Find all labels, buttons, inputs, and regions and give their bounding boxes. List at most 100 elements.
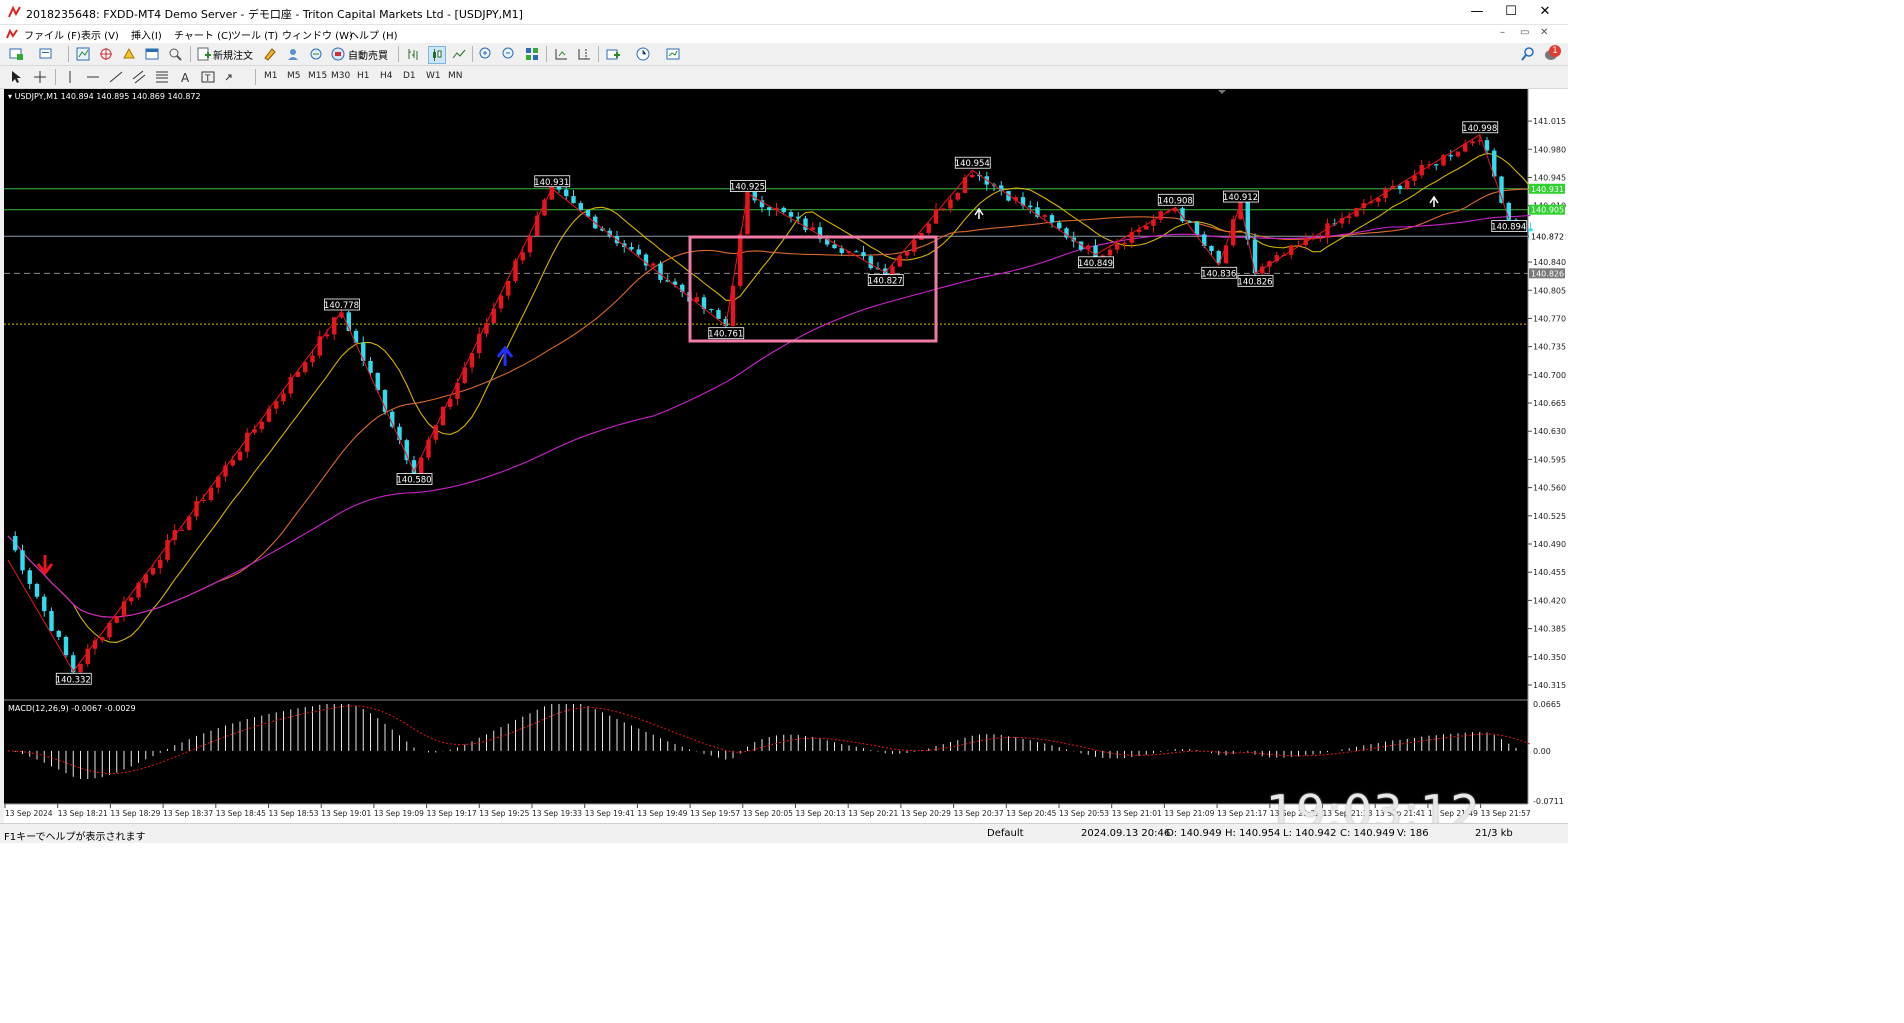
price-label-text: 140.836 [1201, 269, 1236, 279]
time-tick-label: 13 Sep 20:05 [743, 809, 793, 818]
candle-body [274, 401, 279, 409]
timeframe-d1[interactable]: D1 [403, 71, 416, 81]
status-bar: F1キーでヘルプが表示されます Default 2024.09.13 20:46… [0, 823, 1568, 843]
market-watch-icon[interactable] [75, 46, 91, 62]
chart-window-icon [6, 28, 18, 39]
candle-body [1325, 223, 1330, 238]
timeframe-m1[interactable]: M1 [264, 71, 278, 81]
svg-text:A: A [181, 71, 190, 85]
templates-icon[interactable] [665, 46, 681, 62]
time-tick-label: 13 Sep 2024 [5, 809, 53, 818]
vertical-line-icon[interactable] [62, 69, 78, 85]
tile-windows-icon[interactable] [524, 46, 540, 62]
mdi-minimize-button[interactable]: – [1500, 27, 1505, 38]
price-label-text: 140.931 [534, 178, 569, 188]
macd-label: MACD(12,26,9) -0.0067 -0.0029 [8, 704, 136, 713]
strategy-tester-icon[interactable] [167, 46, 183, 62]
price-tick-label: 140.840 [1533, 258, 1566, 267]
candle-body [738, 234, 743, 286]
timeframe-m5[interactable]: M5 [287, 71, 301, 81]
new-order-icon[interactable] [196, 46, 212, 62]
price-label: 140.849 [1078, 256, 1114, 269]
timeframe-h4[interactable]: H4 [380, 71, 393, 81]
indicators-icon[interactable] [605, 46, 621, 62]
candle-body [1194, 222, 1200, 235]
auto-scroll-icon[interactable] [553, 46, 569, 62]
timeframe-w1[interactable]: W1 [426, 71, 441, 81]
crosshair-icon[interactable] [32, 69, 48, 85]
channel-icon[interactable] [131, 69, 147, 85]
price-label-text: 140.954 [955, 159, 990, 169]
price-label: 140.827 [868, 274, 904, 287]
candle-body [404, 440, 409, 461]
arrows-icon[interactable] [223, 69, 239, 85]
cursor-icon[interactable] [8, 69, 24, 85]
candle-body [854, 251, 859, 253]
menu-file[interactable]: ファイル (F) [24, 27, 81, 42]
candle-body [281, 393, 286, 402]
profiles-icon[interactable] [38, 46, 54, 62]
timeframe-m30[interactable]: M30 [331, 71, 350, 81]
menu-insert[interactable]: 挿入(I) [131, 27, 162, 42]
price-tick-label: 140.455 [1533, 568, 1566, 577]
search-icon[interactable] [1520, 46, 1536, 62]
menu-help[interactable]: ヘルプ (H) [349, 27, 398, 42]
candle-body [368, 360, 373, 373]
time-tick-label: 13 Sep 18:53 [269, 809, 319, 818]
signals-icon[interactable] [285, 46, 301, 62]
market-icon[interactable] [308, 46, 324, 62]
metaeditor-icon[interactable] [262, 46, 278, 62]
candle-body [1028, 205, 1033, 208]
timeframe-h1[interactable]: H1 [357, 71, 370, 81]
time-tick-label: 13 Sep 20:45 [1006, 809, 1056, 818]
menu-view[interactable]: 表示 (V) [81, 27, 119, 42]
time-tick-label: 13 Sep 20:53 [1059, 809, 1109, 818]
candle-body [1318, 237, 1323, 239]
candle-body [1144, 225, 1149, 230]
line-chart-icon[interactable] [451, 46, 467, 62]
new-chart-icon[interactable] [8, 46, 24, 62]
window-title: 2018235648: FXDD-MT4 Demo Server - デモ口座 … [26, 8, 523, 21]
mdi-close-button[interactable]: ✕ [1540, 27, 1548, 38]
menu-tools[interactable]: ツール (T) [231, 27, 278, 42]
time-tick-label: 13 Sep 18:29 [110, 809, 160, 818]
text-icon[interactable]: A [177, 69, 193, 85]
title-bar: 2018235648: FXDD-MT4 Demo Server - デモ口座 … [0, 0, 1568, 25]
fibonacci-icon[interactable] [154, 69, 170, 85]
chart-shift-icon[interactable] [576, 46, 592, 62]
timeframe-m15[interactable]: M15 [308, 71, 327, 81]
bar-chart-icon[interactable] [405, 46, 421, 62]
notifications-button[interactable]: 1 [1543, 45, 1561, 63]
data-window-icon[interactable] [98, 46, 114, 62]
terminal-icon[interactable] [144, 46, 160, 62]
price-chart[interactable]: 140.332 140.778 140.580 140.931 140.761 140.9… [0, 89, 1568, 823]
zoom-out-icon[interactable] [501, 46, 517, 62]
candlestick-chart-icon[interactable] [428, 46, 446, 64]
candle-body [259, 421, 264, 430]
candle-body [1107, 249, 1113, 256]
zoom-in-icon[interactable] [478, 46, 494, 62]
price-tick-label: 140.315 [1533, 681, 1566, 690]
status-high: H: 140.954 [1225, 828, 1281, 839]
candle-body [1115, 244, 1120, 250]
text-label-icon[interactable]: T [200, 69, 216, 85]
price-tag-label: 140.931 [1531, 185, 1564, 194]
close-button[interactable]: ✕ [1522, 0, 1568, 24]
timeframe-mn[interactable]: MN [448, 71, 463, 81]
candle-body [520, 252, 525, 261]
horizontal-line-icon[interactable] [85, 69, 101, 85]
price-label-text: 140.826 [1237, 277, 1272, 287]
auto-trading-button[interactable]: 自動売買 [348, 47, 388, 62]
navigator-icon[interactable] [121, 46, 137, 62]
candle-body [970, 174, 975, 178]
mdi-restore-button[interactable]: ▭ [1520, 27, 1529, 38]
menu-window[interactable]: ウィンドウ (W) [282, 27, 353, 42]
trendline-icon[interactable] [108, 69, 124, 85]
auto-trading-icon[interactable] [330, 46, 346, 62]
menu-chart[interactable]: チャート (C) [174, 27, 232, 42]
candle-body [179, 529, 185, 531]
new-order-button[interactable]: 新規注文 [213, 47, 253, 62]
candle-body [868, 256, 873, 269]
macd-tick-label: -0.0711 [1533, 797, 1564, 806]
periods-icon[interactable] [635, 46, 651, 62]
